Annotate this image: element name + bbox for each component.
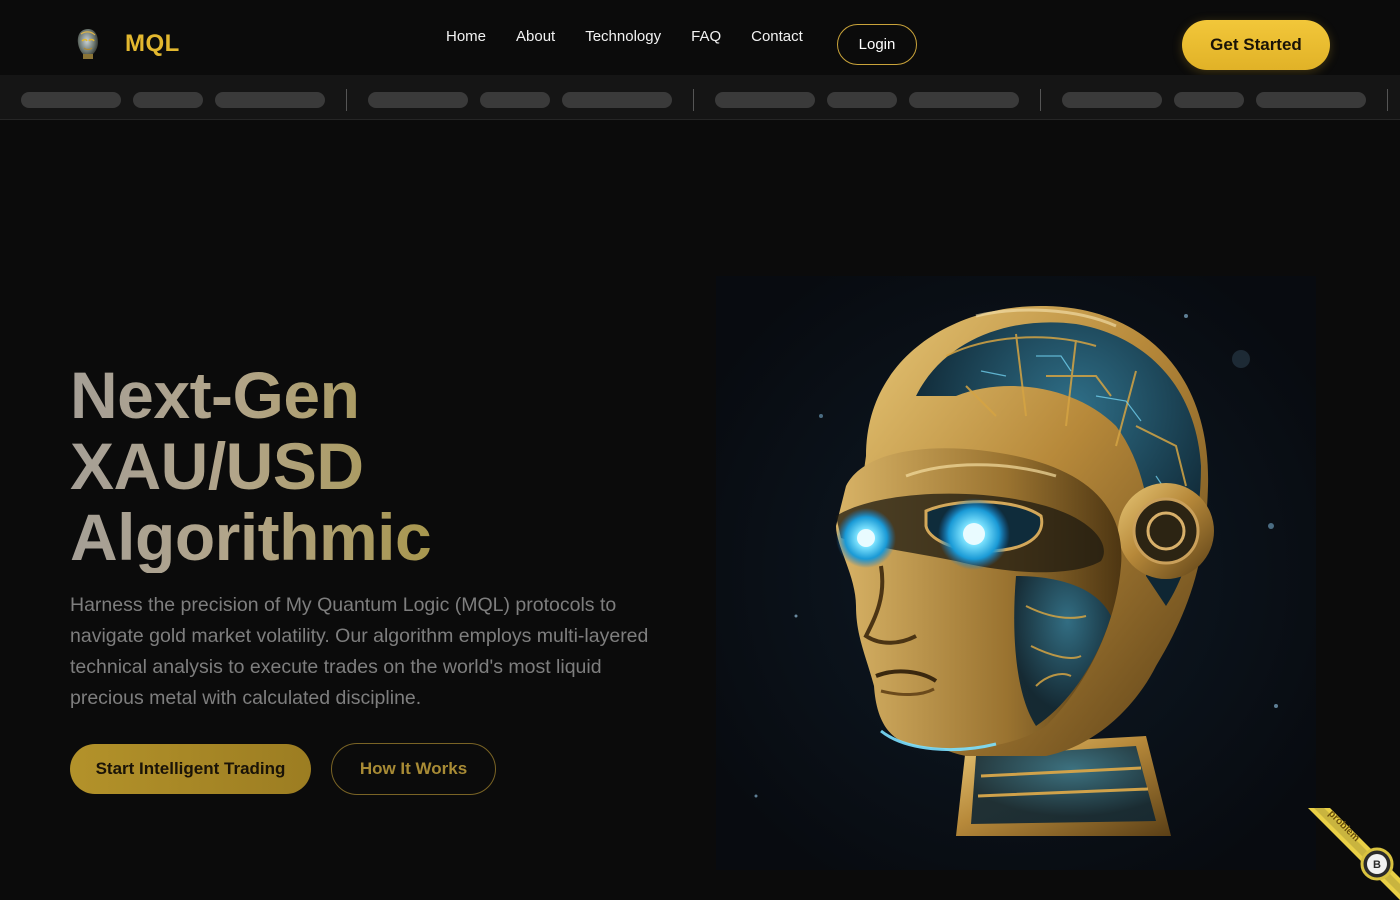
nav-link-contact[interactable]: Contact xyxy=(751,27,803,47)
login-button[interactable]: Login xyxy=(837,24,917,65)
ticker-divider xyxy=(1387,89,1388,111)
ticker-divider xyxy=(1040,89,1041,111)
nav-link-about[interactable]: About xyxy=(516,27,555,47)
corner-ribbon-badge[interactable]: problem B xyxy=(1308,808,1400,900)
hero-title-line-3: Algorithmic xyxy=(70,500,432,574)
skeleton-pill xyxy=(133,92,203,108)
ticker-item-placeholder xyxy=(715,92,1019,108)
nav-link-home[interactable]: Home xyxy=(446,27,486,47)
hero-title: Next-Gen XAU/USD Algorithmic xyxy=(70,360,431,573)
hero-title-line-1: Next-Gen xyxy=(70,358,360,432)
skeleton-pill xyxy=(480,92,550,108)
main-menu: Home About Technology FAQ Contact xyxy=(446,27,803,47)
top-navbar: MQL Home About Technology FAQ Contact Lo… xyxy=(0,0,1400,75)
skeleton-pill xyxy=(562,92,672,108)
ticker-item-placeholder xyxy=(1062,92,1366,108)
ticker-track xyxy=(21,89,1400,111)
skeleton-pill xyxy=(21,92,121,108)
how-it-works-button[interactable]: How It Works xyxy=(331,743,496,795)
ticker-item-placeholder xyxy=(368,92,672,108)
skeleton-pill xyxy=(715,92,815,108)
skeleton-pill xyxy=(909,92,1019,108)
skeleton-pill xyxy=(1256,92,1366,108)
skeleton-pill xyxy=(368,92,468,108)
ticker-divider xyxy=(346,89,347,111)
skeleton-pill xyxy=(215,92,325,108)
nav-link-technology[interactable]: Technology xyxy=(585,27,661,47)
robot-head-logo-icon[interactable] xyxy=(72,26,104,62)
get-started-button[interactable]: Get Started xyxy=(1182,20,1330,70)
start-intelligent-trading-button[interactable]: Start Intelligent Trading xyxy=(70,744,311,794)
golden-robot-head-illustration xyxy=(716,276,1316,870)
skeleton-pill xyxy=(1062,92,1162,108)
price-ticker-bar xyxy=(0,75,1400,120)
hero-title-line-2: XAU/USD xyxy=(70,429,364,503)
hero-description: Harness the precision of My Quantum Logi… xyxy=(70,594,649,709)
nav-link-faq[interactable]: FAQ xyxy=(691,27,721,47)
ticker-item-placeholder xyxy=(21,92,325,108)
skeleton-pill xyxy=(827,92,897,108)
brand-name[interactable]: MQL xyxy=(125,30,180,58)
skeleton-pill xyxy=(1174,92,1244,108)
badge-letter: B xyxy=(1373,859,1381,871)
ticker-divider xyxy=(693,89,694,111)
